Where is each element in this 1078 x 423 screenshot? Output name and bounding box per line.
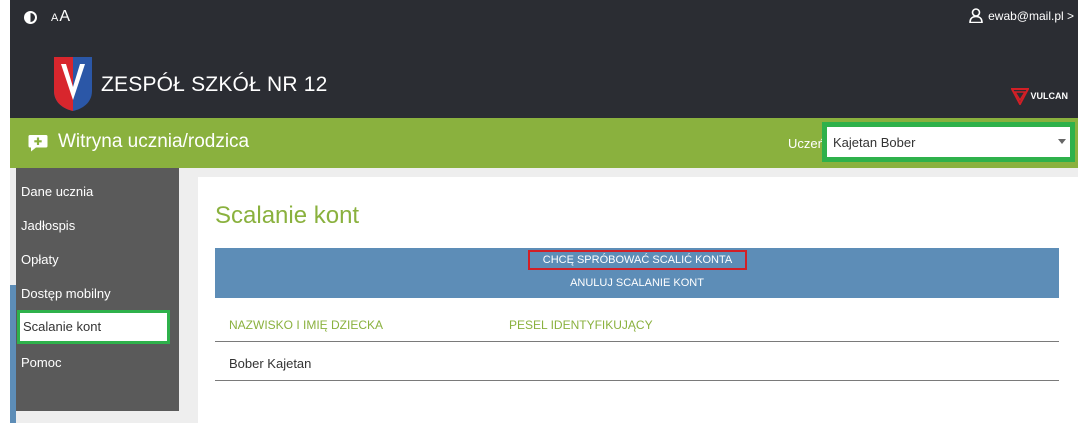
column-header-name: NAZWISKO I IMIĘ DZIECKA: [229, 318, 384, 332]
user-icon: [969, 8, 983, 23]
sidebar-item-dane-ucznia[interactable]: Dane ucznia: [16, 175, 179, 209]
title-bar: Witryna ucznia/rodzica Uczeń: Kajetan Bo…: [10, 118, 1078, 168]
table-row-name: Bober Kajetan: [229, 356, 312, 371]
sidebar-item-scalanie-kont[interactable]: Scalanie kont: [17, 310, 170, 344]
page-title: Scalanie kont: [215, 202, 360, 229]
top-header: AA ewab@mail.pl > ZESPÓŁ SZKÓŁ NR 12 VUL…: [10, 0, 1078, 118]
merge-accounts-button[interactable]: CHCĘ SPRÓBOWAĆ SCALIĆ KONTA: [528, 250, 747, 270]
vulcan-label: VULCAN: [1030, 91, 1069, 101]
sidebar-item-oplaty[interactable]: Opłaty: [16, 243, 179, 277]
student-select[interactable]: Kajetan Bober: [822, 122, 1075, 162]
witryna-icon: [28, 135, 48, 152]
student-select-value: Kajetan Bober: [827, 127, 1070, 157]
table-header-divider: [215, 341, 1059, 342]
caret-down-icon: [1058, 139, 1066, 144]
school-logo: [54, 57, 92, 111]
sidebar-item-pomoc[interactable]: Pomoc: [16, 346, 179, 380]
contrast-icon[interactable]: [24, 10, 37, 24]
column-header-pesel: PESEL IDENTYFIKUJĄCY: [509, 318, 653, 332]
user-email: ewab@mail.pl >: [988, 8, 1074, 23]
sidebar-item-jadlospis[interactable]: Jadłospis: [16, 209, 179, 243]
main-panel: Scalanie kont CHCĘ SPRÓBOWAĆ SCALIĆ KONT…: [198, 177, 1078, 423]
sidebar: Dane ucznia Jadłospis Opłaty Dostęp mobi…: [16, 168, 179, 411]
user-menu[interactable]: ewab@mail.pl >: [969, 8, 1074, 23]
app-title: Witryna ucznia/rodzica: [58, 131, 250, 152]
vulcan-logo: VULCAN: [1010, 87, 1069, 105]
cancel-merge-button[interactable]: ANULUJ SCALANIE KONT: [215, 277, 1059, 289]
font-size-toggle[interactable]: AA: [51, 8, 71, 26]
accessibility-tools: AA: [24, 8, 71, 26]
font-size-big-label: A: [59, 8, 72, 25]
sidebar-item-dostep-mobilny[interactable]: Dostęp mobilny: [16, 277, 179, 311]
action-bar: CHCĘ SPRÓBOWAĆ SCALIĆ KONTA ANULUJ SCALA…: [215, 248, 1059, 298]
table-row-divider: [215, 380, 1059, 381]
school-name: ZESPÓŁ SZKÓŁ NR 12: [101, 73, 328, 96]
